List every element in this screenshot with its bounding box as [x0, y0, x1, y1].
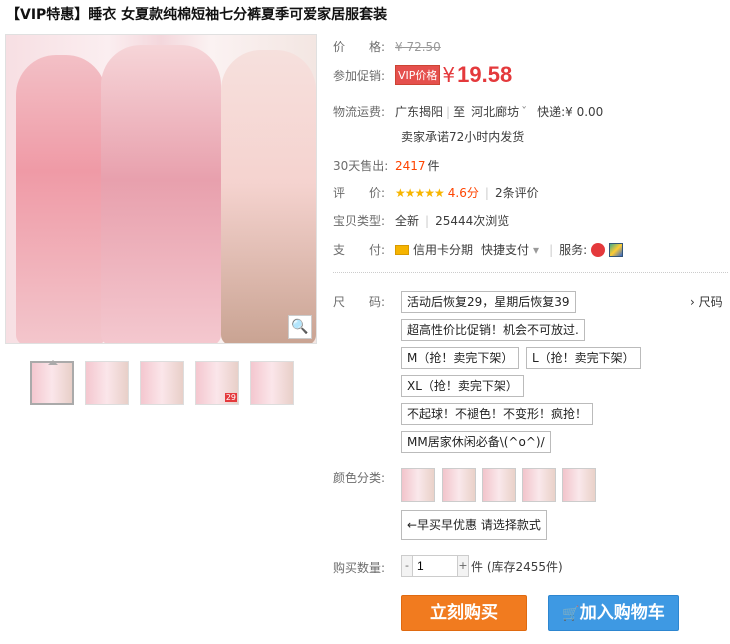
separator: |	[484, 185, 489, 200]
view-count: 25444次浏览	[435, 214, 510, 228]
quantity-increase-button[interactable]: +	[457, 555, 469, 577]
size-label-row: 尺 码:	[333, 293, 395, 310]
rating-score: 4.6分	[447, 186, 479, 200]
color-option-5[interactable]	[562, 468, 596, 502]
quantity-stepper: - + 件 (库存2455件)	[401, 555, 563, 577]
thumbnail-price-tag: 29	[224, 393, 237, 402]
size-chart-link[interactable]: › 尺码	[690, 293, 723, 310]
sales-count: 2417	[395, 158, 426, 173]
size-label: 尺 码:	[333, 295, 386, 309]
review-count-link[interactable]: 2条评价	[495, 184, 539, 201]
size-option-2[interactable]: 超高性价比促销！机会不可放过.	[401, 319, 585, 341]
ship-to-word: 至	[453, 105, 466, 119]
shipping-fee: ¥ 0.00	[565, 104, 604, 119]
promo-row: 参加促销: VIP价格 ¥ 19.58	[333, 62, 512, 88]
price-label: 价 格:	[333, 40, 386, 54]
size-option-1[interactable]: 活动后恢复29，星期后恢复39	[401, 291, 576, 313]
model-left	[16, 55, 106, 343]
size-option-6[interactable]: 不起球！不褪色！不变形！疯抢！	[401, 403, 594, 425]
guarantee-icon	[609, 242, 624, 257]
size-option-7[interactable]: MM居家休闲必备\(^o^)/	[401, 431, 551, 453]
main-product-image[interactable]: 🔍	[5, 34, 317, 344]
color-option-2[interactable]	[442, 468, 476, 502]
quick-pay-option[interactable]: 快捷支付	[481, 241, 529, 258]
ship-promise: 卖家承诺72小时内发货	[401, 130, 525, 144]
seven-day-return-icon	[591, 242, 606, 257]
credit-card-icon	[395, 244, 409, 255]
thumbnail-3[interactable]	[140, 361, 184, 405]
color-label: 颜色分类:	[333, 471, 386, 485]
price-row: 价 格: ¥ 72.50	[333, 38, 441, 55]
sales-label: 30天售出:	[333, 159, 389, 173]
buy-now-button[interactable]: 立刻购买	[401, 595, 527, 631]
quantity-label-row: 购买数量:	[333, 559, 395, 576]
zoom-icon[interactable]: 🔍	[288, 315, 312, 339]
separator: |	[549, 242, 554, 257]
stock-text: 件 (库存2455件)	[471, 559, 563, 574]
product-title: 【VIP特惠】睡衣 女夏款纯棉短袖七分裤夏季可爱家居服套装	[6, 7, 388, 23]
size-option-xl[interactable]: XL（抢！卖完下架）	[401, 375, 524, 397]
payment-row: 支 付: 信用卡分期 快捷支付 ▾ | 服务:	[333, 241, 624, 258]
vip-badge: VIP价格	[395, 65, 441, 85]
color-option-3[interactable]	[482, 468, 516, 502]
divider	[333, 272, 728, 273]
model-center	[101, 45, 221, 343]
chevron-down-icon[interactable]: ▾	[533, 243, 539, 257]
promo-currency: ¥	[442, 63, 456, 87]
add-to-cart-button[interactable]: 🛒加入购物车	[548, 595, 679, 631]
original-price: ¥ 72.50	[395, 39, 441, 54]
separator: |	[425, 213, 430, 228]
thumbnail-4[interactable]: 29	[195, 361, 239, 405]
color-option-1[interactable]	[401, 468, 435, 502]
type-label: 宝贝类型:	[333, 214, 386, 228]
size-option-m[interactable]: M（抢！卖完下架）	[401, 347, 520, 369]
cart-icon: 🛒	[562, 606, 580, 622]
type-row: 宝贝类型: 全新 | 25444次浏览	[333, 212, 509, 229]
ship-from: 广东揭阳	[395, 105, 444, 119]
sales-unit: 件	[427, 159, 440, 173]
thumbnail-strip: 29	[30, 360, 294, 405]
destination-select[interactable]: 河北廊坊 ˇ	[471, 103, 527, 120]
installment-option[interactable]: 信用卡分期	[413, 241, 473, 258]
thumbnail-5[interactable]	[250, 361, 294, 405]
thumbnail-2[interactable]	[85, 361, 129, 405]
rating-row: 评 价: ★★★★★ 4.6分 | 2条评价	[333, 184, 539, 201]
size-option-l[interactable]: L（抢！卖完下架）	[526, 347, 641, 369]
quantity-decrease-button[interactable]: -	[401, 555, 413, 577]
logistics-row: 物流运费: 广东揭阳 | 至 河北廊坊 ˇ 快递: ¥ 0.00	[333, 103, 603, 120]
sales-row: 30天售出: 2417 件	[333, 157, 440, 174]
logistics-label: 物流运费:	[333, 105, 386, 119]
color-option-text[interactable]: ←早买早优惠 请选择款式	[401, 510, 547, 540]
express-label: 快递:	[537, 105, 566, 119]
model-right	[221, 50, 316, 343]
color-option-4[interactable]	[522, 468, 556, 502]
rating-label: 评 价:	[333, 186, 386, 200]
color-label-row: 颜色分类:	[333, 469, 395, 486]
quantity-label: 购买数量:	[333, 561, 386, 575]
item-condition: 全新	[395, 214, 420, 228]
promo-price: 19.58	[457, 62, 513, 87]
chevron-down-icon: ˇ	[521, 105, 528, 119]
separator: |	[446, 104, 451, 119]
payment-label: 支 付:	[333, 243, 386, 257]
promo-label: 参加促销:	[333, 68, 386, 83]
add-to-cart-label: 加入购物车	[579, 603, 665, 623]
quantity-input[interactable]	[413, 555, 457, 577]
service-label: 服务:	[559, 243, 588, 257]
star-rating-icon: ★★★★★	[395, 185, 445, 200]
destination-text: 河北廊坊	[471, 105, 520, 119]
thumbnail-1[interactable]	[30, 360, 74, 405]
